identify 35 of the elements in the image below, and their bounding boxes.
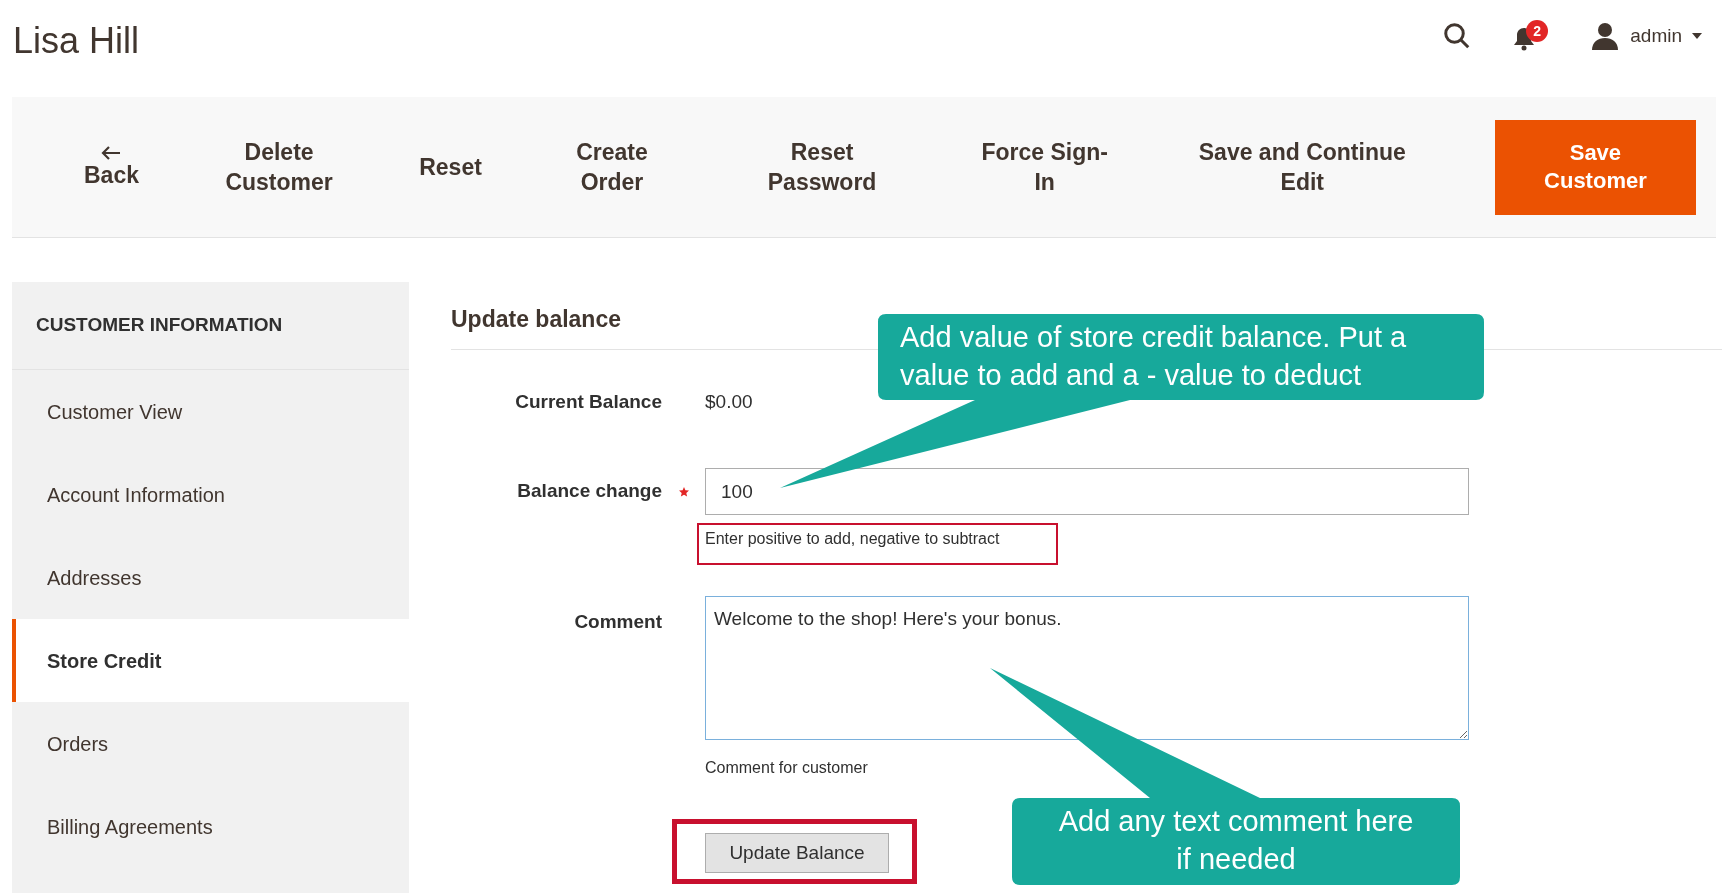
field-label: Comment [574, 610, 662, 634]
notification-badge: 2 [1526, 20, 1549, 42]
section-title: Update balance [451, 306, 621, 332]
toolbar-button[interactable]: Reset [419, 152, 482, 182]
save-customer-button[interactable]: Save Customer [1494, 119, 1696, 215]
field-label: Balance change [517, 479, 662, 504]
toolbar-button[interactable]: Force Sign-In [979, 137, 1110, 197]
field-label: Current Balance [515, 389, 662, 414]
callout-text: Add any text comment here [1057, 804, 1415, 839]
back-button[interactable]: Back [84, 145, 139, 189]
sidebar-item[interactable]: Orders [12, 702, 409, 785]
callout-text: value to add and a - value to deduct [900, 358, 1363, 393]
page-title: Lisa Hill [13, 19, 140, 63]
toolbar-button[interactable]: Reset Password [742, 137, 903, 197]
update-balance-button[interactable]: Update Balance [705, 833, 889, 873]
sidebar-item[interactable]: Addresses [12, 536, 409, 619]
field-hint: Comment for customer [705, 758, 868, 778]
user-menu-button[interactable]: admin [1630, 21, 1702, 51]
callout-text: if needed [1175, 842, 1297, 877]
toolbar-button[interactable]: Save and Continue Edit [1187, 137, 1418, 197]
arrow-left-icon [101, 145, 122, 161]
balance-input[interactable]: 100 [705, 468, 1469, 515]
comment-field[interactable]: Welcome to the shop! Here's your bonus. [705, 596, 1469, 740]
user-icon [1592, 22, 1619, 50]
sidebar-item[interactable]: Account Information [12, 453, 409, 536]
toolbar-button[interactable]: Delete Customer [216, 137, 342, 197]
balance-value: $0.00 [705, 389, 753, 414]
sidebar-heading: CUSTOMER INFORMATION [36, 313, 283, 338]
toolbar-button[interactable]: Create Order [559, 137, 665, 197]
sidebar-item[interactable]: Billing Agreements [12, 785, 409, 868]
sidebar-item[interactable]: Store Credit [12, 619, 409, 702]
sidebar-item[interactable]: Customer View [12, 370, 409, 453]
field-hint: Enter positive to add, negative to subtract [705, 530, 1000, 547]
callout-text: Add value of store credit balance. Put a [900, 320, 1408, 355]
caret-icon [1692, 33, 1702, 39]
